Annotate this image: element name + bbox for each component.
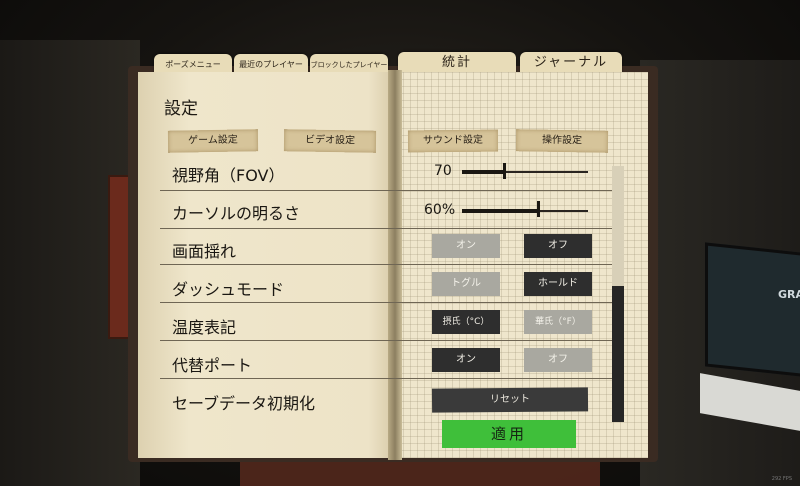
tab-journal[interactable]: ジャーナル	[520, 52, 622, 74]
reset-button[interactable]: リセット	[431, 387, 589, 413]
sound-settings-button[interactable]: サウンド設定	[407, 129, 499, 153]
dash-mode-hold-button[interactable]: ホールド	[524, 272, 592, 296]
game-settings-button[interactable]: ゲーム設定	[167, 129, 259, 153]
tab-blocked-players[interactable]: ブロックしたプレイヤー	[310, 54, 388, 74]
screen-shake-on-button[interactable]: オン	[432, 234, 500, 258]
tab-recent-players[interactable]: 最近のプレイヤー	[234, 54, 308, 74]
tab-pause-menu[interactable]: ポーズメニュー	[154, 54, 232, 74]
temperature-unit-label: 温度表記	[172, 318, 237, 337]
background-monitor	[705, 242, 800, 378]
celsius-button[interactable]: 摂氏（°C）	[432, 310, 500, 334]
dash-mode-toggle-button[interactable]: トグル	[432, 272, 500, 296]
fov-label: 視野角（FOV）	[172, 166, 285, 185]
fps-counter: 292 FPS	[771, 476, 792, 482]
row-divider	[160, 264, 614, 265]
scrollbar-thumb[interactable]	[612, 286, 624, 422]
fov-value: 70	[434, 163, 452, 179]
video-settings-button[interactable]: ビデオ設定	[283, 129, 377, 153]
fahrenheit-button[interactable]: 華氏（°F）	[524, 310, 592, 334]
cursor-brightness-label: カーソルの明るさ	[172, 204, 301, 223]
cursor-brightness-value: 60%	[424, 202, 456, 218]
page-title: 設定	[164, 99, 198, 119]
screen-shake-off-button[interactable]: オフ	[524, 234, 592, 258]
background-rug	[240, 460, 600, 486]
alternate-port-on-button[interactable]: オン	[432, 348, 500, 372]
alternate-port-off-button[interactable]: オフ	[524, 348, 592, 372]
cursor-brightness-slider-fill	[462, 209, 538, 213]
tab-stats[interactable]: 統計	[398, 52, 516, 74]
row-divider	[160, 302, 614, 303]
row-divider	[160, 228, 614, 229]
row-divider	[160, 378, 614, 379]
book-spine	[388, 70, 402, 460]
fov-slider-fill	[462, 170, 504, 174]
fov-slider-handle[interactable]	[503, 163, 506, 179]
alternate-port-label: 代替ポート	[172, 356, 253, 375]
row-divider	[160, 340, 614, 341]
apply-button[interactable]: 適用	[442, 420, 576, 448]
screen-shake-label: 画面揺れ	[172, 242, 237, 261]
background-monitor-text: GRA	[778, 288, 800, 301]
cursor-brightness-slider-handle[interactable]	[537, 201, 540, 217]
dash-mode-label: ダッシュモード	[172, 280, 285, 299]
controls-settings-button[interactable]: 操作設定	[515, 129, 609, 153]
row-divider	[160, 190, 614, 191]
reset-save-data-label: セーブデータ初期化	[172, 394, 316, 413]
